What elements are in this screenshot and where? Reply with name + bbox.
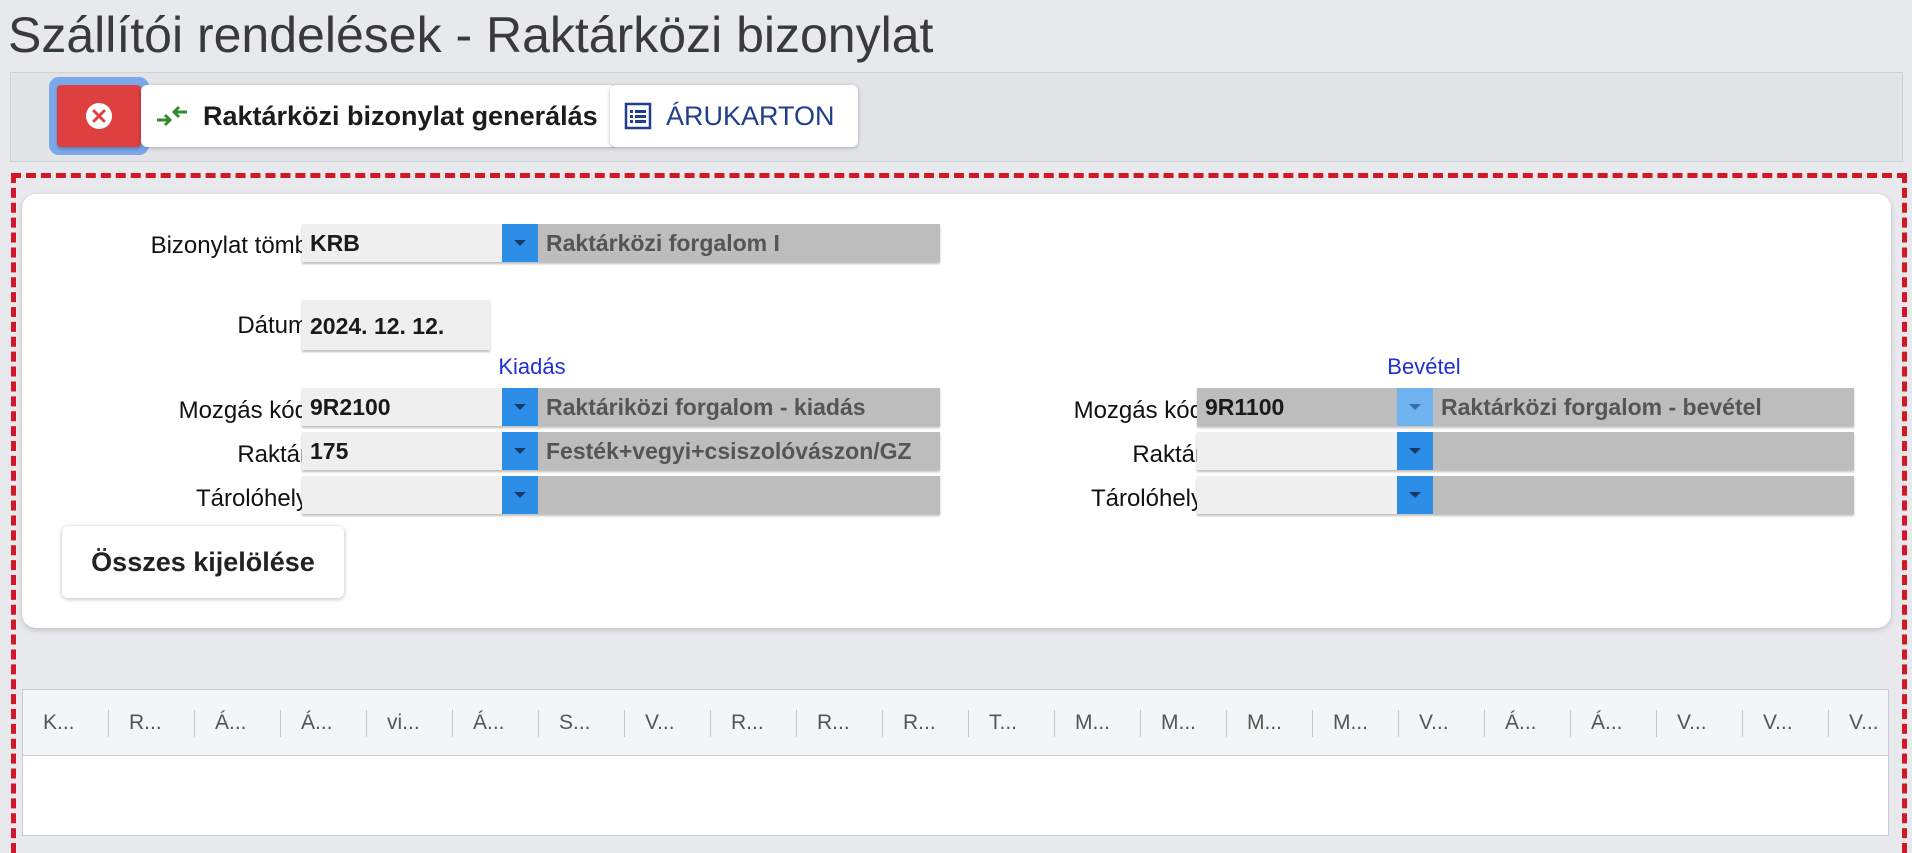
grid-column-header[interactable]: Á... bbox=[1571, 690, 1657, 756]
issue-movement-label: Mozgás kód bbox=[178, 397, 308, 424]
issue-warehouse-description: Festék+vegyi+csiszolóvászon/GZ bbox=[538, 432, 940, 470]
issue-warehouse-dropdown[interactable] bbox=[502, 432, 538, 470]
issue-location-combo[interactable] bbox=[302, 476, 940, 514]
list-icon bbox=[624, 102, 652, 130]
grid-column-header[interactable]: V... bbox=[1657, 690, 1743, 756]
date-field[interactable]: 2024. 12. 12. bbox=[302, 300, 490, 350]
issue-movement-combo[interactable]: 9R2100 Raktáriközi forgalom - kiadás bbox=[302, 388, 940, 426]
grid-column-header[interactable]: R... bbox=[109, 690, 195, 756]
grid-column-header[interactable]: V... bbox=[1829, 690, 1912, 756]
receipt-location-dropdown[interactable] bbox=[1397, 476, 1433, 514]
chevron-down-icon bbox=[514, 448, 526, 454]
chevron-down-icon bbox=[514, 240, 526, 246]
grid-column-header[interactable]: Á... bbox=[453, 690, 539, 756]
doc-block-label: Bizonylat tömb bbox=[150, 232, 308, 259]
chevron-down-icon bbox=[1409, 492, 1421, 498]
grid-column-header[interactable]: R... bbox=[711, 690, 797, 756]
grid-column-header[interactable]: S... bbox=[539, 690, 625, 756]
issue-movement-dropdown[interactable] bbox=[502, 388, 538, 426]
grid-column-header[interactable]: M... bbox=[1141, 690, 1227, 756]
issue-movement-code[interactable]: 9R2100 bbox=[302, 388, 502, 426]
toolbar: Raktárközi bizonylat generálás ÁRUKARTON bbox=[10, 72, 1903, 162]
article-card-label: ÁRUKARTON bbox=[666, 100, 835, 131]
close-button[interactable] bbox=[49, 77, 149, 155]
receipt-warehouse-description bbox=[1433, 432, 1854, 470]
receipt-warehouse-combo[interactable] bbox=[1197, 432, 1854, 470]
article-card-button[interactable]: ÁRUKARTON bbox=[610, 85, 858, 147]
receipt-warehouse-label: Raktár bbox=[1132, 441, 1203, 468]
form-panel: Bizonylat tömb KRB Raktárközi forgalom I… bbox=[22, 194, 1891, 628]
grid-column-header[interactable]: Á... bbox=[195, 690, 281, 756]
page-title: Szállítói rendelések - Raktárközi bizony… bbox=[8, 7, 934, 63]
issue-movement-description: Raktáriközi forgalom - kiadás bbox=[538, 388, 940, 426]
chevron-down-icon bbox=[514, 404, 526, 410]
grid-column-header[interactable]: R... bbox=[883, 690, 969, 756]
chevron-down-icon bbox=[514, 492, 526, 498]
grid-column-header[interactable]: V... bbox=[1399, 690, 1485, 756]
doc-block-code[interactable]: KRB bbox=[302, 224, 502, 262]
grid-column-header[interactable]: R... bbox=[797, 690, 883, 756]
grid-header: K... R... Á... Á... vi... Á... S... V...… bbox=[23, 690, 1888, 756]
receipt-movement-code[interactable]: 9R1100 bbox=[1197, 388, 1397, 426]
issue-location-code[interactable] bbox=[302, 476, 502, 514]
transfer-arrows-icon bbox=[157, 105, 187, 127]
receipt-warehouse-code[interactable] bbox=[1197, 432, 1397, 470]
receipt-location-label: Tárolóhely bbox=[1090, 485, 1203, 512]
grid-column-header[interactable]: M... bbox=[1227, 690, 1313, 756]
issue-heading: Kiadás bbox=[498, 354, 566, 379]
grid-column-header[interactable]: V... bbox=[1743, 690, 1829, 756]
receipt-location-code[interactable] bbox=[1197, 476, 1397, 514]
generate-document-label: Raktárközi bizonylat generálás bbox=[203, 100, 598, 131]
issue-warehouse-label: Raktár bbox=[237, 441, 308, 468]
grid-column-header[interactable]: vi... bbox=[367, 690, 453, 756]
issue-location-dropdown[interactable] bbox=[502, 476, 538, 514]
chevron-down-icon bbox=[1409, 448, 1421, 454]
receipt-movement-combo[interactable]: 9R1100 Raktárközi forgalom - bevétel bbox=[1197, 388, 1854, 426]
receipt-movement-dropdown[interactable] bbox=[1397, 388, 1433, 426]
items-grid: K... R... Á... Á... vi... Á... S... V...… bbox=[22, 689, 1889, 836]
select-all-button[interactable]: Összes kijelölése bbox=[62, 526, 344, 598]
grid-column-header[interactable]: M... bbox=[1055, 690, 1141, 756]
doc-block-combo[interactable]: KRB Raktárközi forgalom I bbox=[302, 224, 940, 262]
close-circle-icon bbox=[86, 103, 112, 129]
doc-block-dropdown[interactable] bbox=[502, 224, 538, 262]
grid-column-header[interactable]: V... bbox=[625, 690, 711, 756]
receipt-location-description bbox=[1433, 476, 1854, 514]
receipt-movement-description: Raktárközi forgalom - bevétel bbox=[1433, 388, 1854, 426]
grid-column-header[interactable]: Á... bbox=[281, 690, 367, 756]
receipt-heading: Bevétel bbox=[1387, 354, 1461, 379]
issue-location-label: Tárolóhely bbox=[195, 485, 308, 512]
receipt-movement-label: Mozgás kód bbox=[1073, 397, 1203, 424]
issue-location-description bbox=[538, 476, 940, 514]
grid-column-header[interactable]: T... bbox=[969, 690, 1055, 756]
grid-column-header[interactable]: M... bbox=[1313, 690, 1399, 756]
grid-column-header[interactable]: K... bbox=[23, 690, 109, 756]
grid-column-header[interactable]: Á... bbox=[1485, 690, 1571, 756]
receipt-warehouse-dropdown[interactable] bbox=[1397, 432, 1433, 470]
issue-warehouse-combo[interactable]: 175 Festék+vegyi+csiszolóvászon/GZ bbox=[302, 432, 940, 470]
date-label: Dátum bbox=[237, 312, 308, 339]
chevron-down-icon bbox=[1409, 404, 1421, 410]
generate-document-button[interactable]: Raktárközi bizonylat generálás bbox=[141, 85, 616, 147]
doc-block-description: Raktárközi forgalom I bbox=[538, 224, 940, 262]
issue-warehouse-code[interactable]: 175 bbox=[302, 432, 502, 470]
receipt-location-combo[interactable] bbox=[1197, 476, 1854, 514]
